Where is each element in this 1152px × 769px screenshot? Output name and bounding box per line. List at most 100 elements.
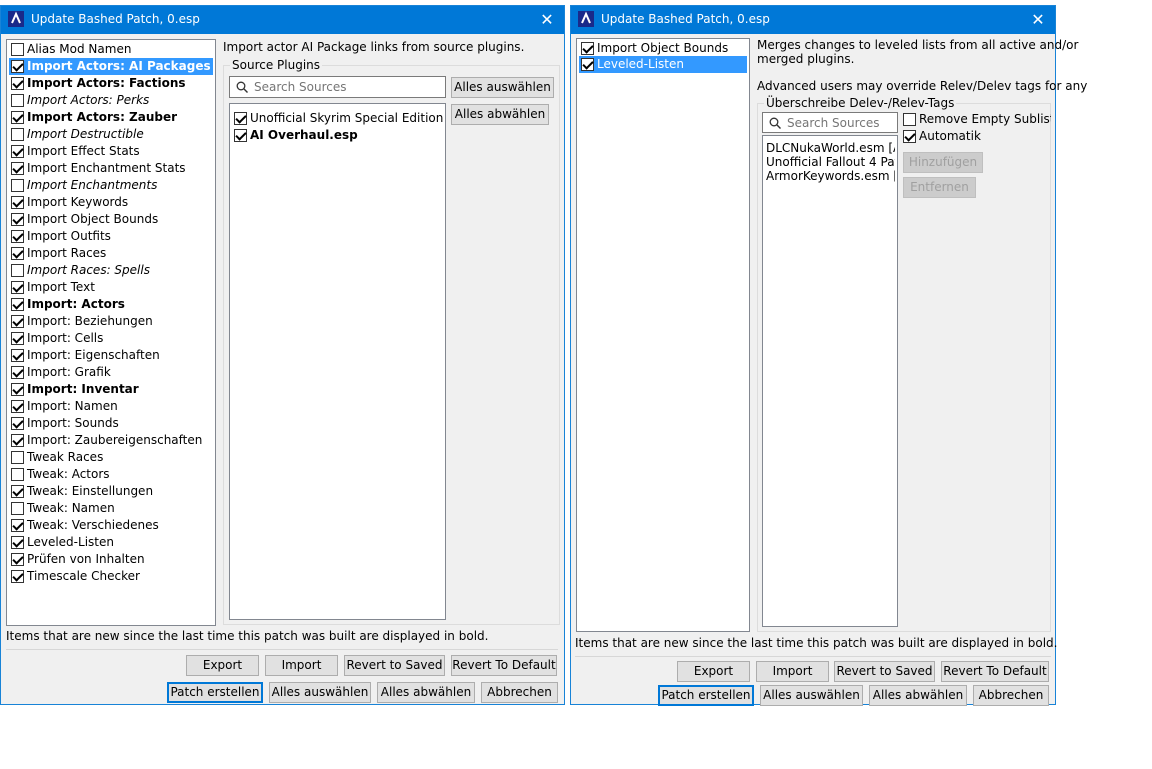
revert-to-saved-button[interactable]: Revert to Saved [344, 655, 445, 676]
select-all-button[interactable]: Alles auswählen [269, 682, 371, 703]
source-list[interactable]: DLCNukaWorld.esm [ARD]Unofficial Fallout… [762, 135, 898, 627]
checkbox[interactable] [234, 129, 247, 142]
list-item[interactable]: Import Actors: Zauber [9, 109, 213, 126]
list-item[interactable]: Leveled-Listen [9, 534, 213, 551]
list-item[interactable]: Import Destructible [9, 126, 213, 143]
checkbox[interactable] [11, 570, 24, 583]
search-input[interactable] [762, 112, 898, 133]
list-item[interactable]: Import Races [9, 245, 213, 262]
checkbox[interactable] [11, 128, 24, 141]
search-field[interactable] [252, 78, 428, 96]
list-item[interactable]: Tweak: Namen [9, 500, 213, 517]
list-item[interactable]: Import Object Bounds [579, 40, 747, 57]
import-button[interactable]: Import [756, 661, 829, 682]
revert-to-default-button[interactable]: Revert To Default [451, 655, 557, 676]
automatic-checkbox[interactable]: Automatik [901, 128, 1051, 145]
list-item[interactable]: Import: Namen [9, 398, 213, 415]
list-item[interactable]: Unofficial Skyrim Special Edition Patch.… [232, 110, 443, 127]
list-item[interactable]: Timescale Checker [9, 568, 213, 585]
add-button[interactable]: Hinzufügen [903, 152, 983, 173]
deselect-all-button[interactable]: Alles abwählen [377, 682, 475, 703]
export-button[interactable]: Export [186, 655, 259, 676]
checkbox[interactable] [11, 60, 24, 73]
checkbox[interactable] [11, 111, 24, 124]
list-item[interactable]: Import: Inventar [9, 381, 213, 398]
checkbox[interactable] [11, 451, 24, 464]
checkbox[interactable] [11, 43, 24, 56]
checkbox[interactable] [11, 315, 24, 328]
remove-empty-sublists-checkbox[interactable]: Remove Empty Sublists [901, 111, 1051, 128]
checkbox[interactable] [11, 298, 24, 311]
list-item[interactable]: Import Text [9, 279, 213, 296]
list-item[interactable]: Import Actors: AI Packages [9, 58, 213, 75]
checkbox[interactable] [903, 130, 916, 143]
revert-to-saved-button[interactable]: Revert to Saved [834, 661, 935, 682]
list-item[interactable]: Import: Eigenschaften [9, 347, 213, 364]
checkbox[interactable] [11, 332, 24, 345]
list-item[interactable]: Import: Beziehungen [9, 313, 213, 330]
remove-button[interactable]: Entfernen [903, 177, 976, 198]
list-item[interactable]: Import Object Bounds [9, 211, 213, 228]
checkbox[interactable] [11, 553, 24, 566]
list-item[interactable]: Tweak: Verschiedenes [9, 517, 213, 534]
list-item[interactable]: Import: Zaubereigenschaften [9, 432, 213, 449]
list-item[interactable]: Import: Sounds [9, 415, 213, 432]
list-item[interactable]: Tweak: Actors [9, 466, 213, 483]
list-item[interactable]: Import Enchantments [9, 177, 213, 194]
list-item[interactable]: AI Overhaul.esp [232, 127, 443, 144]
export-button[interactable]: Export [677, 661, 750, 682]
revert-to-default-button[interactable]: Revert To Default [941, 661, 1049, 682]
checkbox[interactable] [11, 468, 24, 481]
checkbox[interactable] [11, 383, 24, 396]
checkbox[interactable] [11, 536, 24, 549]
select-all-sources-button[interactable]: Alles auswählen [451, 77, 554, 98]
checkbox[interactable] [11, 196, 24, 209]
list-item[interactable]: Import Actors: Factions [9, 75, 213, 92]
list-item[interactable]: Import Effect Stats [9, 143, 213, 160]
checkbox[interactable] [11, 281, 24, 294]
list-item[interactable]: Leveled-Listen [579, 56, 747, 73]
close-icon[interactable]: ✕ [536, 9, 558, 31]
list-item[interactable]: ArmorKeywords.esm [ARD] [766, 168, 895, 185]
list-item[interactable]: Import: Grafik [9, 364, 213, 381]
checkbox[interactable] [234, 112, 247, 125]
search-field[interactable] [785, 114, 897, 132]
list-item[interactable]: Alias Mod Namen [9, 41, 213, 58]
left-titlebar[interactable]: Update Bashed Patch, 0.esp ✕ [1, 6, 564, 34]
checkbox[interactable] [11, 485, 24, 498]
checkbox[interactable] [11, 247, 24, 260]
list-item[interactable]: Import Races: Spells [9, 262, 213, 279]
deselect-all-sources-button[interactable]: Alles abwählen [451, 104, 549, 125]
list-item[interactable]: Tweak Races [9, 449, 213, 466]
checkbox[interactable] [11, 213, 24, 226]
select-all-button[interactable]: Alles auswählen [760, 685, 863, 706]
checkbox[interactable] [11, 502, 24, 515]
checkbox[interactable] [11, 77, 24, 90]
right-titlebar[interactable]: Update Bashed Patch, 0.esp ✕ [571, 6, 1055, 34]
checkbox[interactable] [11, 417, 24, 430]
checkbox[interactable] [11, 264, 24, 277]
checkbox[interactable] [581, 58, 594, 71]
checkbox[interactable] [11, 94, 24, 107]
checkbox[interactable] [581, 42, 594, 55]
list-item[interactable]: Import Actors: Perks [9, 92, 213, 109]
patcher-list[interactable]: Alias Mod Namen Import Actors: AI Package… [6, 39, 216, 626]
build-patch-button[interactable]: Patch erstellen [658, 685, 754, 706]
checkbox[interactable] [11, 145, 24, 158]
cancel-button[interactable]: Abbrechen [973, 685, 1049, 706]
checkbox[interactable] [11, 519, 24, 532]
checkbox[interactable] [11, 162, 24, 175]
source-plugin-list[interactable]: Unofficial Skyrim Special Edition Patch.… [229, 103, 446, 620]
list-item[interactable]: Import Outfits [9, 228, 213, 245]
list-item[interactable]: Tweak: Einstellungen [9, 483, 213, 500]
import-button[interactable]: Import [265, 655, 338, 676]
checkbox[interactable] [11, 230, 24, 243]
list-item[interactable]: Import Keywords [9, 194, 213, 211]
checkbox[interactable] [11, 349, 24, 362]
checkbox[interactable] [903, 113, 916, 126]
checkbox[interactable] [11, 400, 24, 413]
close-icon[interactable]: ✕ [1027, 9, 1049, 31]
patcher-list[interactable]: Import Object Bounds Leveled-Listen [576, 38, 750, 632]
list-item[interactable]: Import: Actors [9, 296, 213, 313]
build-patch-button[interactable]: Patch erstellen [167, 682, 263, 703]
